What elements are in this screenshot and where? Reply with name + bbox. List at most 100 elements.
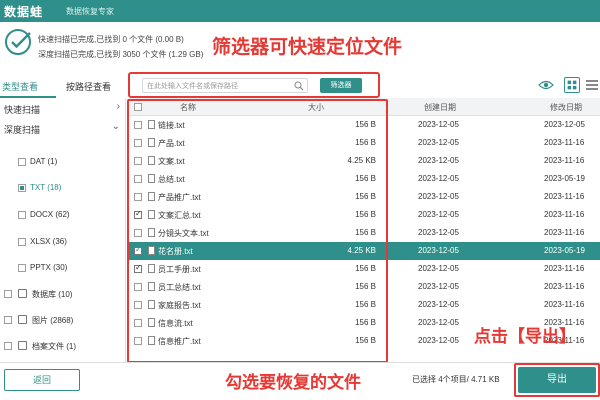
txt-file-icon bbox=[148, 138, 155, 147]
type-checkbox[interactable] bbox=[18, 238, 26, 246]
row-checkbox[interactable] bbox=[134, 245, 142, 255]
file-name: 家庭报告.txt bbox=[158, 301, 201, 310]
table-row[interactable]: 链接.txt 156 B 2023-12-05 2023-12-05 bbox=[128, 116, 600, 134]
file-created-date: 2023-12-05 bbox=[418, 120, 459, 129]
row-checkbox[interactable] bbox=[134, 139, 142, 147]
view-tabs: 类型查看 按路径查看 bbox=[0, 76, 126, 98]
file-name: 文案.txt bbox=[158, 157, 185, 166]
select-all-checkbox[interactable] bbox=[134, 103, 142, 111]
grid-view-icon[interactable] bbox=[564, 77, 580, 93]
category-checkbox[interactable] bbox=[4, 290, 12, 298]
file-created-date: 2023-12-05 bbox=[418, 192, 459, 201]
type-checkbox[interactable] bbox=[18, 158, 26, 166]
table-header: 名称 大小 创建日期 修改日期 bbox=[128, 98, 600, 116]
archive-icon bbox=[18, 341, 27, 350]
tab-path-view[interactable]: 按路径查看 bbox=[66, 80, 111, 93]
annotation-export-tip: 点击【导出】 bbox=[474, 327, 576, 347]
table-row[interactable]: 分镜头文本.txt 156 B 2023-12-05 2023-11-16 bbox=[128, 224, 600, 242]
export-button[interactable]: 导出 bbox=[518, 367, 596, 393]
file-name: 员工手册.txt bbox=[158, 265, 201, 274]
file-name: 产品推广.txt bbox=[158, 193, 201, 202]
file-modified-date: 2023-11-16 bbox=[544, 264, 585, 273]
row-checkbox[interactable] bbox=[134, 263, 142, 273]
file-modified-date: 2023-11-16 bbox=[544, 192, 585, 201]
file-created-date: 2023-12-05 bbox=[418, 246, 459, 255]
txt-file-icon bbox=[148, 156, 155, 165]
file-modified-date: 2023-12-05 bbox=[544, 120, 585, 129]
file-name: 总结.txt bbox=[158, 175, 185, 184]
file-name: 链接.txt bbox=[158, 121, 185, 130]
txt-file-icon bbox=[148, 192, 155, 201]
quick-scan-status: 快速扫描已完成,已找到 0 个文件 (0.00 B) bbox=[38, 35, 184, 44]
category-checkbox[interactable] bbox=[4, 342, 12, 350]
column-created[interactable]: 创建日期 bbox=[424, 102, 456, 113]
row-checkbox[interactable] bbox=[134, 283, 142, 291]
search-input[interactable]: 在此处输入文件名或保存路径 bbox=[142, 78, 308, 93]
column-size[interactable]: 大小 bbox=[308, 102, 324, 113]
file-size: 4.25 KB bbox=[347, 156, 376, 165]
file-size: 156 B bbox=[355, 192, 376, 201]
txt-file-icon bbox=[148, 120, 155, 129]
table-row[interactable]: 产品.txt 156 B 2023-12-05 2023-11-16 bbox=[128, 134, 600, 152]
app-logo: 数据蛙 bbox=[4, 5, 44, 19]
column-name[interactable]: 名称 bbox=[180, 102, 196, 113]
table-row[interactable]: 花名册.txt 4.25 KB 2023-12-05 2023-05-19 bbox=[128, 242, 600, 260]
row-checkbox[interactable] bbox=[134, 209, 142, 219]
row-checkbox[interactable] bbox=[134, 193, 142, 201]
file-name: 信息流.txt bbox=[158, 319, 193, 328]
file-created-date: 2023-12-05 bbox=[418, 282, 459, 291]
row-checkbox[interactable] bbox=[134, 157, 142, 165]
row-checkbox[interactable] bbox=[134, 319, 142, 327]
scan-complete-check-icon bbox=[5, 29, 31, 55]
sidebar-quick-scan[interactable]: 快速扫描 › bbox=[0, 100, 126, 118]
table-row[interactable]: 文案汇总.txt 156 B 2023-12-05 2023-11-16 bbox=[128, 206, 600, 224]
search-filter-bar: 在此处输入文件名或保存路径 筛选器 bbox=[128, 72, 380, 98]
filter-button[interactable]: 筛选器 bbox=[320, 78, 362, 93]
tab-type-view[interactable]: 类型查看 bbox=[0, 80, 56, 98]
file-name: 花名册.txt bbox=[158, 247, 193, 256]
back-button[interactable]: 返回 bbox=[4, 369, 80, 391]
category-checkbox[interactable] bbox=[4, 316, 12, 324]
type-checkbox[interactable] bbox=[18, 211, 26, 219]
deep-scan-status: 深度扫描已完成,已找到 3050 个文件 (1.29 GB) bbox=[38, 50, 204, 59]
txt-file-icon bbox=[148, 264, 155, 273]
type-checkbox[interactable] bbox=[18, 264, 26, 272]
table-row[interactable]: 产品推广.txt 156 B 2023-12-05 2023-11-16 bbox=[128, 188, 600, 206]
file-size: 156 B bbox=[355, 264, 376, 273]
selection-summary: 已选择 4个项目/ 4.71 KB bbox=[412, 375, 500, 384]
txt-file-icon bbox=[148, 336, 155, 345]
row-checkbox[interactable] bbox=[134, 175, 142, 183]
file-created-date: 2023-12-05 bbox=[418, 210, 459, 219]
file-created-date: 2023-12-05 bbox=[418, 138, 459, 147]
row-checkbox[interactable] bbox=[134, 337, 142, 345]
file-modified-date: 2023-11-16 bbox=[544, 228, 585, 237]
txt-file-icon bbox=[148, 210, 155, 219]
table-row[interactable]: 总结.txt 156 B 2023-12-05 2023-05-19 bbox=[128, 170, 600, 188]
file-modified-date: 2023-05-19 bbox=[544, 174, 585, 183]
file-size: 156 B bbox=[355, 120, 376, 129]
table-row[interactable]: 员工总结.txt 156 B 2023-12-05 2023-11-16 bbox=[128, 278, 600, 296]
eye-icon[interactable] bbox=[538, 79, 554, 91]
file-created-date: 2023-12-05 bbox=[418, 174, 459, 183]
file-size: 156 B bbox=[355, 336, 376, 345]
txt-file-icon bbox=[148, 282, 155, 291]
table-row[interactable]: 家庭报告.txt 156 B 2023-12-05 2023-11-16 bbox=[128, 296, 600, 314]
table-row[interactable]: 文案.txt 4.25 KB 2023-12-05 2023-11-16 bbox=[128, 152, 600, 170]
file-modified-date: 2023-05-19 bbox=[544, 246, 585, 255]
table-row[interactable]: 员工手册.txt 156 B 2023-12-05 2023-11-16 bbox=[128, 260, 600, 278]
file-created-date: 2023-12-05 bbox=[418, 264, 459, 273]
row-checkbox[interactable] bbox=[134, 229, 142, 237]
type-checkbox[interactable] bbox=[18, 184, 26, 192]
file-modified-date: 2023-11-16 bbox=[544, 138, 585, 147]
row-checkbox[interactable] bbox=[134, 121, 142, 129]
txt-file-icon bbox=[148, 318, 155, 327]
search-icon[interactable] bbox=[294, 81, 304, 91]
sidebar-deep-scan[interactable]: 深度扫描 ⌄ bbox=[0, 120, 126, 138]
row-checkbox[interactable] bbox=[134, 301, 142, 309]
file-created-date: 2023-12-05 bbox=[418, 318, 459, 327]
file-name: 分镜头文本.txt bbox=[158, 229, 209, 238]
list-view-icon[interactable] bbox=[584, 77, 600, 93]
file-name: 文案汇总.txt bbox=[158, 211, 201, 220]
column-modified[interactable]: 修改日期 bbox=[550, 102, 582, 113]
file-created-date: 2023-12-05 bbox=[418, 156, 459, 165]
